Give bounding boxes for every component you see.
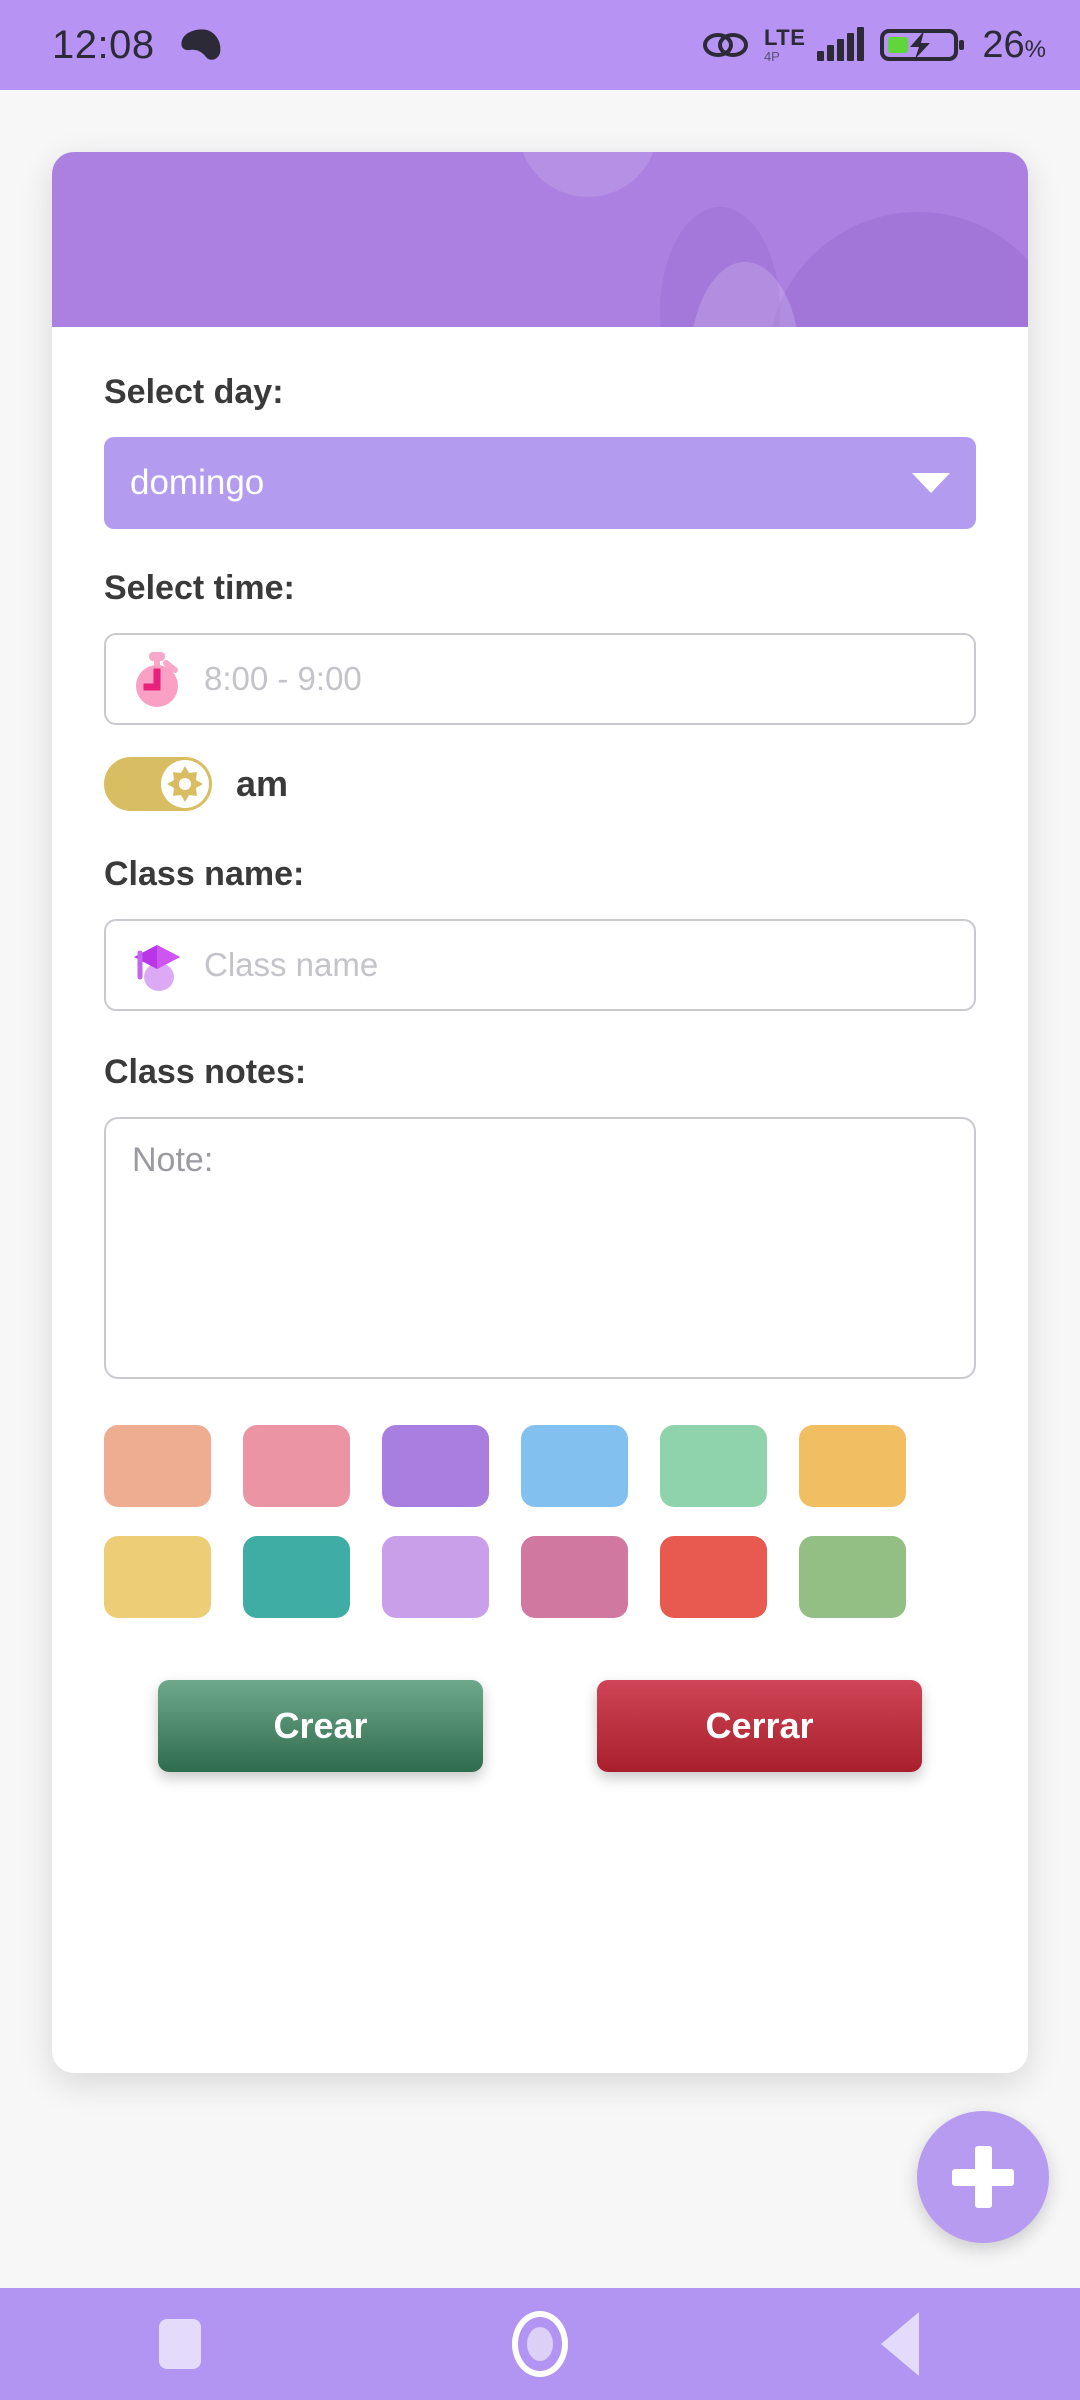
- add-class-fab[interactable]: [917, 2111, 1049, 2243]
- time-input-placeholder: 8:00 - 9:00: [204, 660, 362, 697]
- status-bar: 12:08 LTE 4P 26%: [0, 0, 1080, 90]
- network-type-label: LTE: [763, 25, 806, 50]
- color-swatch-grid: [104, 1425, 976, 1618]
- color-swatch[interactable]: [799, 1425, 906, 1507]
- class-notes-placeholder: Note:: [132, 1141, 214, 1179]
- decorative-circle-top: [518, 152, 658, 197]
- sun-icon: [167, 766, 203, 802]
- network-sub-label: 4P: [763, 49, 780, 64]
- android-nav-bar: [0, 2288, 1080, 2400]
- battery-charging-icon: [880, 29, 965, 61]
- graduation-cap-icon: [134, 945, 180, 991]
- close-button[interactable]: Cerrar: [597, 1680, 922, 1772]
- square-recents-icon: [159, 2319, 201, 2369]
- class-notes-textarea[interactable]: Note:: [104, 1117, 976, 1379]
- status-clock: 12:08: [52, 22, 155, 67]
- color-swatch[interactable]: [104, 1425, 211, 1507]
- class-notes-label: Class notes:: [104, 1053, 307, 1091]
- chevron-down-icon: [912, 473, 950, 493]
- status-bar-right: LTE 4P 26%: [702, 24, 1046, 67]
- decorative-circle-large: [768, 212, 1028, 327]
- color-swatch[interactable]: [521, 1536, 628, 1618]
- color-swatch[interactable]: [799, 1536, 906, 1618]
- dialog-action-row: Crear Cerrar: [104, 1680, 976, 1772]
- class-dialog-card: Select day: domingo Select time: 8:00 - …: [52, 152, 1028, 2073]
- toggle-knob: [161, 760, 209, 808]
- link-icon: [702, 33, 748, 57]
- color-swatch[interactable]: [660, 1536, 767, 1618]
- time-input[interactable]: 8:00 - 9:00: [104, 633, 976, 725]
- color-swatch[interactable]: [243, 1536, 350, 1618]
- class-name-label: Class name:: [104, 855, 305, 893]
- day-dropdown[interactable]: domingo: [104, 437, 976, 529]
- select-time-label: Select time:: [104, 569, 295, 607]
- meridiem-label: am: [236, 763, 289, 804]
- network-indicator: LTE 4P: [763, 25, 806, 64]
- select-day-label: Select day:: [104, 373, 284, 411]
- status-bar-left: 12:08: [52, 23, 223, 68]
- color-swatch[interactable]: [382, 1536, 489, 1618]
- class-name-input[interactable]: Class name: [104, 919, 976, 1011]
- nav-back-button[interactable]: [825, 2288, 975, 2400]
- dialog-header-banner: [52, 152, 1028, 327]
- stopwatch-icon: [136, 652, 178, 707]
- signal-strength-icon: [817, 27, 865, 61]
- color-swatch[interactable]: [104, 1536, 211, 1618]
- nav-home-button[interactable]: [465, 2288, 615, 2400]
- plus-icon-vertical: [974, 2146, 992, 2208]
- day-dropdown-value: domingo: [130, 463, 265, 502]
- nav-recents-button[interactable]: [105, 2288, 255, 2400]
- color-swatch[interactable]: [521, 1425, 628, 1507]
- color-swatch[interactable]: [660, 1425, 767, 1507]
- battery-percent: 26%: [982, 24, 1046, 67]
- color-swatch[interactable]: [382, 1425, 489, 1507]
- game-controller-icon: [181, 29, 221, 60]
- meridiem-toggle-row: am: [104, 757, 976, 811]
- percent-sign: %: [1024, 35, 1046, 63]
- battery-percent-value: 26: [982, 23, 1025, 66]
- triangle-back-icon: [881, 2312, 919, 2376]
- create-button[interactable]: Crear: [158, 1680, 483, 1772]
- color-swatch[interactable]: [243, 1425, 350, 1507]
- meridiem-toggle[interactable]: [104, 757, 212, 811]
- class-name-placeholder: Class name: [204, 946, 379, 983]
- dialog-body: Select day: domingo Select time: 8:00 - …: [52, 327, 1028, 1772]
- circle-home-icon: [512, 2311, 568, 2377]
